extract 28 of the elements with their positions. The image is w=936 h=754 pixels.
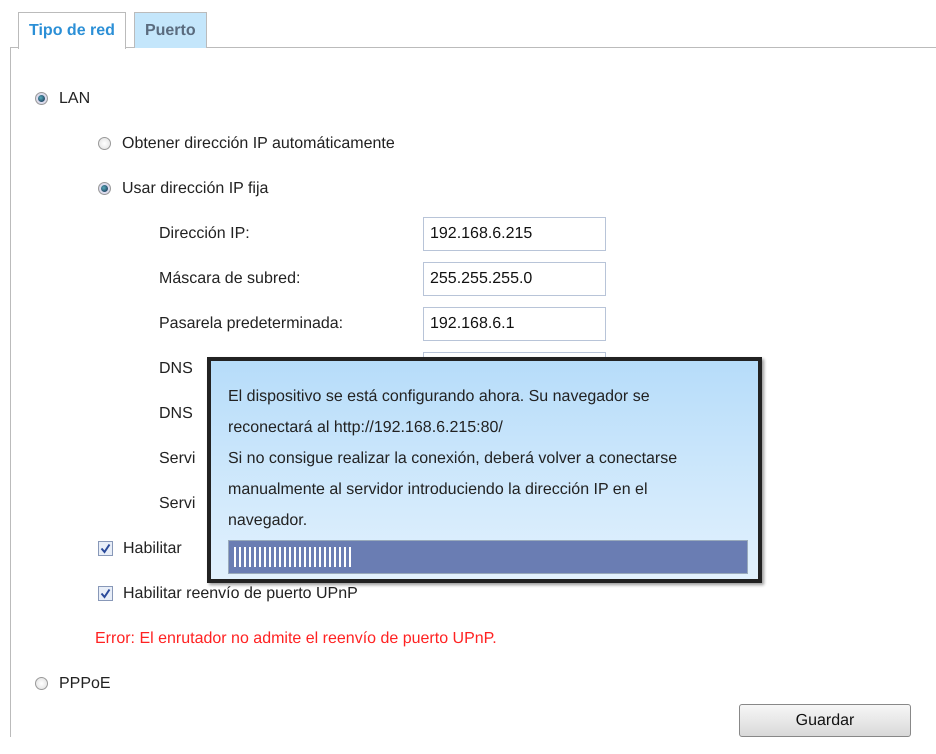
radio-button[interactable] xyxy=(98,182,111,195)
dialog-message: El dispositivo se está configurando ahora. Su navegador se reconectará al http://192.168.6.215:80/ xyxy=(228,387,651,438)
input-field[interactable]: 192.168.6.215 xyxy=(423,216,606,250)
tab[interactable]: Tipo de red xyxy=(18,12,126,49)
input-field[interactable]: 255.255.255.0 xyxy=(423,262,606,296)
save-button[interactable]: Guardar xyxy=(739,704,911,737)
field-label: Pasarela predeterminada: xyxy=(159,314,344,332)
field-label: Servi xyxy=(159,494,196,512)
input-field[interactable]: 192.168.6.1 xyxy=(423,306,606,340)
checkbox-label: Habilitar xyxy=(123,540,182,558)
radio-button[interactable] xyxy=(35,677,48,690)
field-label: Servi xyxy=(159,450,196,466)
radio-button[interactable] xyxy=(98,137,111,150)
field-label: Máscara de subred: xyxy=(159,270,300,286)
tab[interactable]: Puerto xyxy=(134,12,207,48)
field-label: Dirección IP: xyxy=(159,224,250,242)
dialog-message: Si no consigue realizar la conexión, deberá volver a conectarse manualmente al servidor introduciendo la dirección IP en el navegador. xyxy=(228,449,678,531)
error-message: Error: El enrutador no admite el reenvío de puerto UPnP. xyxy=(95,630,497,648)
option-label: PPPoE xyxy=(59,674,111,692)
option-label: Obtener dirección IP automáticamente xyxy=(122,134,395,152)
field-label: DNS xyxy=(159,360,193,376)
checkbox[interactable] xyxy=(98,541,113,556)
checkbox[interactable] xyxy=(98,586,113,601)
checkbox-label: Habilitar reenvío de puerto UPnP xyxy=(123,584,358,602)
field-label: DNS xyxy=(159,404,193,422)
option-label: Usar dirección IP fija xyxy=(122,180,268,198)
radio-button[interactable] xyxy=(35,92,48,105)
option-label: LAN xyxy=(59,90,90,108)
